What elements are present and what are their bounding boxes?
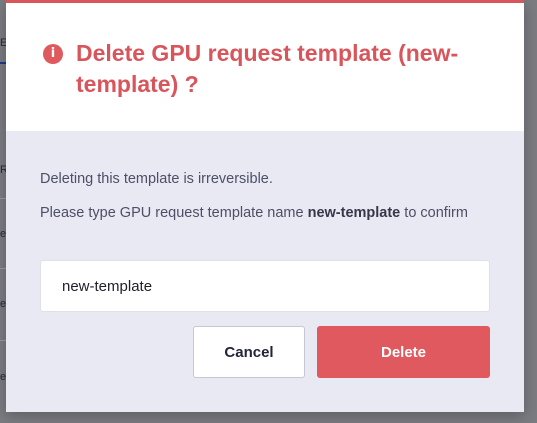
alert-info-icon: i [43, 44, 63, 64]
dialog-title: Delete GPU request template (new-templat… [76, 40, 459, 97]
delete-template-dialog: i Delete GPU request template (new-templ… [6, 0, 524, 412]
delete-button[interactable]: Delete [317, 326, 490, 378]
confirm-template-name: new-template [307, 205, 401, 221]
confirm-prefix: Please type GPU request template name [40, 205, 308, 221]
dialog-header: i Delete GPU request template (new-templ… [6, 3, 524, 131]
irreversible-warning: Deleting this template is irreversible. [40, 171, 273, 187]
confirm-suffix: to confirm [400, 205, 468, 221]
template-name-input[interactable] [40, 260, 490, 312]
cancel-button[interactable]: Cancel [193, 326, 305, 378]
confirm-instructions: Please type GPU request template name ne… [40, 202, 490, 224]
